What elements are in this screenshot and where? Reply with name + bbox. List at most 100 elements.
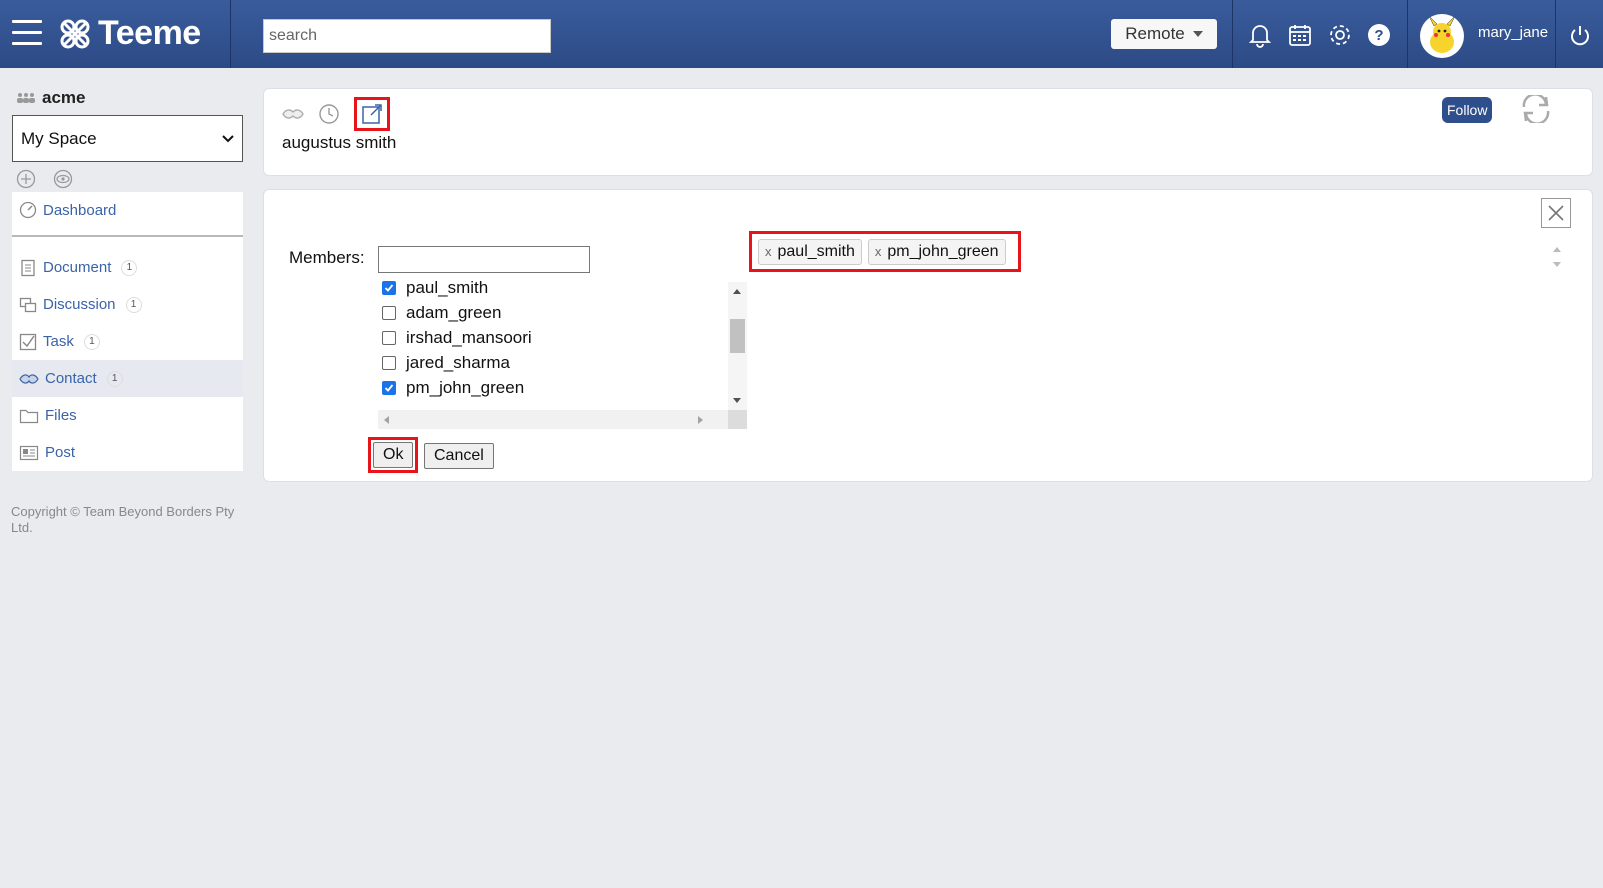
scroll-right-arrow[interactable] [698, 416, 703, 424]
members-label: Members: [289, 248, 365, 267]
space-selected-value: My Space [21, 128, 97, 148]
member-name: jared_sharma [406, 352, 510, 372]
document-icon [21, 259, 35, 276]
brand-logo[interactable]: Teeme [58, 14, 201, 53]
clock-icon[interactable] [318, 103, 340, 125]
scroll-down-arrow[interactable] [733, 398, 741, 403]
external-link-button[interactable] [354, 97, 390, 131]
count-badge: 1 [125, 296, 142, 313]
vertical-scrollbar[interactable] [728, 282, 747, 410]
dashboard-icon [19, 201, 37, 219]
member-option[interactable]: nanu_neema [378, 400, 728, 404]
bell-icon[interactable] [1247, 22, 1273, 48]
header-divider [1232, 0, 1233, 68]
org-name: acme [16, 88, 85, 108]
member-option[interactable]: irshad_mansoori [378, 325, 728, 350]
scroll-up-arrow[interactable] [733, 289, 741, 294]
follow-button[interactable]: Follow [1442, 97, 1493, 123]
sidebar-item-task[interactable]: Task 1 [12, 323, 243, 360]
eye-icon[interactable] [52, 169, 74, 189]
remove-chip-icon[interactable]: x [875, 244, 882, 259]
search-input[interactable] [263, 19, 551, 53]
horizontal-scrollbar[interactable] [378, 410, 728, 429]
member-option[interactable]: jared_sharma [378, 350, 728, 375]
handshake-icon[interactable] [282, 106, 304, 122]
count-badge: 1 [121, 259, 138, 276]
username[interactable]: mary_jane [1478, 24, 1548, 41]
close-icon [1548, 205, 1564, 221]
refresh-icon[interactable] [1520, 95, 1552, 123]
record-title: augustus smith [282, 133, 397, 152]
menu-icon[interactable] [12, 20, 42, 46]
member-name: irshad_mansoori [406, 327, 532, 347]
copyright-text: Copyright © Team Beyond Borders Pty Ltd. [11, 504, 235, 535]
teeme-logo-icon [60, 19, 90, 48]
sidebar-item-discussion[interactable]: Discussion 1 [12, 286, 243, 323]
space-select[interactable]: My Space [12, 115, 243, 162]
sidebar-item-label: Files [45, 407, 77, 424]
power-icon[interactable] [1567, 22, 1593, 48]
top-navbar: Teeme Remote ? mary_jane [0, 0, 1603, 68]
ok-button[interactable]: Ok [373, 442, 414, 468]
member-checkbox[interactable] [382, 355, 396, 370]
member-option[interactable]: adam_green [378, 300, 728, 325]
selected-members-chips: x paul_smith x pm_john_green [749, 231, 1021, 272]
record-header-card: augustus smith Follow [263, 88, 1593, 176]
header-divider [230, 0, 231, 68]
header-divider [1555, 0, 1556, 68]
member-option[interactable]: pm_john_green [378, 375, 728, 400]
org-label: acme [42, 88, 86, 107]
scrollbar-thumb[interactable] [730, 319, 745, 353]
mode-label: Remote [1125, 24, 1185, 43]
scroll-left-arrow[interactable] [384, 416, 389, 424]
calendar-icon[interactable] [1287, 22, 1313, 48]
folder-icon [19, 409, 39, 423]
member-chip: x pm_john_green [867, 238, 1006, 265]
remove-chip-icon[interactable]: x [765, 244, 772, 259]
sidebar-item-contact[interactable]: Contact 1 [12, 360, 243, 397]
sidebar-item-label: Post [45, 444, 76, 461]
member-checkbox[interactable] [382, 330, 396, 345]
sidebar-item-dashboard[interactable]: Dashboard [12, 192, 243, 228]
members-list: paul_smith adam_green irshad_mansoorijared… [378, 275, 728, 403]
count-badge: 1 [83, 333, 100, 350]
check-icon [384, 383, 394, 392]
member-name: pm_john_green [406, 377, 525, 397]
post-icon [19, 445, 39, 460]
member-checkbox[interactable] [382, 280, 396, 295]
close-button[interactable] [1541, 198, 1571, 228]
sidebar-item-label: Contact [45, 370, 97, 387]
avatar[interactable] [1420, 14, 1464, 58]
members-dialog: Members: paul_smith adam_green irshad_mans… [263, 189, 1593, 482]
chip-label: pm_john_green [887, 242, 999, 260]
member-name: adam_green [406, 302, 502, 322]
contact-icon [19, 373, 39, 384]
people-icon [17, 93, 35, 103]
sidebar-item-files[interactable]: Files [12, 397, 243, 434]
scrollbar-corner [728, 410, 747, 429]
spinner-arrows-icon[interactable] [1549, 242, 1565, 272]
member-checkbox[interactable] [382, 305, 396, 320]
member-checkbox[interactable] [382, 380, 396, 395]
sidebar-item-post[interactable]: Post [12, 434, 243, 471]
sidebar-item-label: Task [43, 333, 74, 350]
external-link-icon [362, 104, 382, 124]
add-circle-icon[interactable] [16, 169, 36, 189]
sidebar-item-label: Dashboard [43, 201, 117, 219]
member-chip: x paul_smith [758, 238, 862, 265]
member-name: nanu_neema [406, 403, 505, 404]
svg-text:?: ? [1374, 27, 1383, 44]
members-search-input[interactable] [378, 246, 590, 273]
brand-name: Teeme [98, 14, 201, 52]
sidebar-item-document[interactable]: Document 1 [12, 249, 243, 286]
chevron-down-icon [222, 134, 234, 142]
sidebar-item-label: Document [43, 259, 112, 276]
cancel-button[interactable]: Cancel [424, 443, 494, 469]
nav-divider [12, 235, 243, 237]
help-icon[interactable]: ? [1366, 22, 1392, 48]
gear-icon[interactable] [1327, 22, 1353, 48]
mode-dropdown[interactable]: Remote [1111, 19, 1217, 49]
member-option[interactable]: paul_smith [378, 275, 728, 300]
avatar-image [1428, 15, 1456, 53]
members-listbox[interactable]: paul_smith adam_green irshad_mansoorijared… [378, 278, 747, 435]
